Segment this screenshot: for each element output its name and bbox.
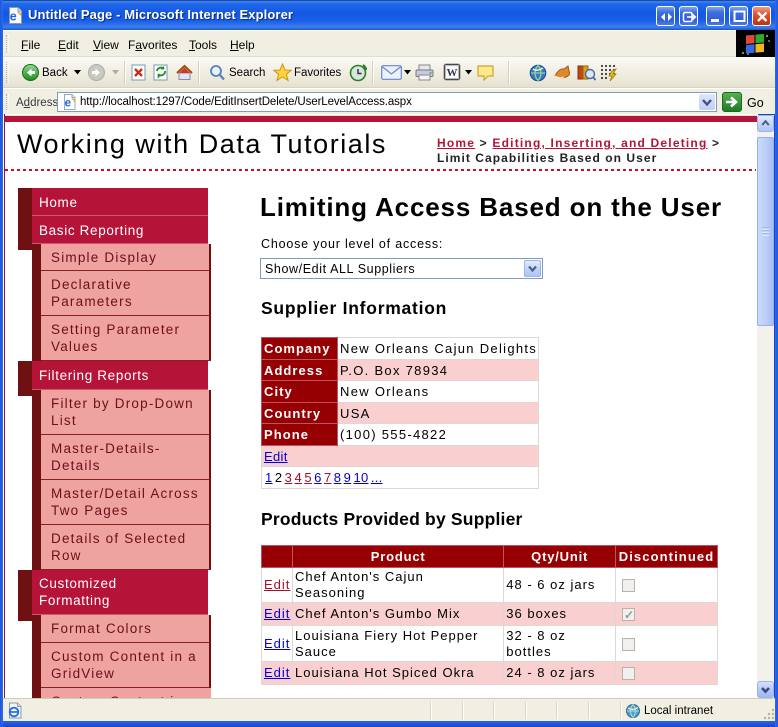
svg-text:e: e [10, 10, 17, 24]
svg-text:e: e [65, 98, 71, 110]
svg-text:W: W [447, 67, 458, 79]
